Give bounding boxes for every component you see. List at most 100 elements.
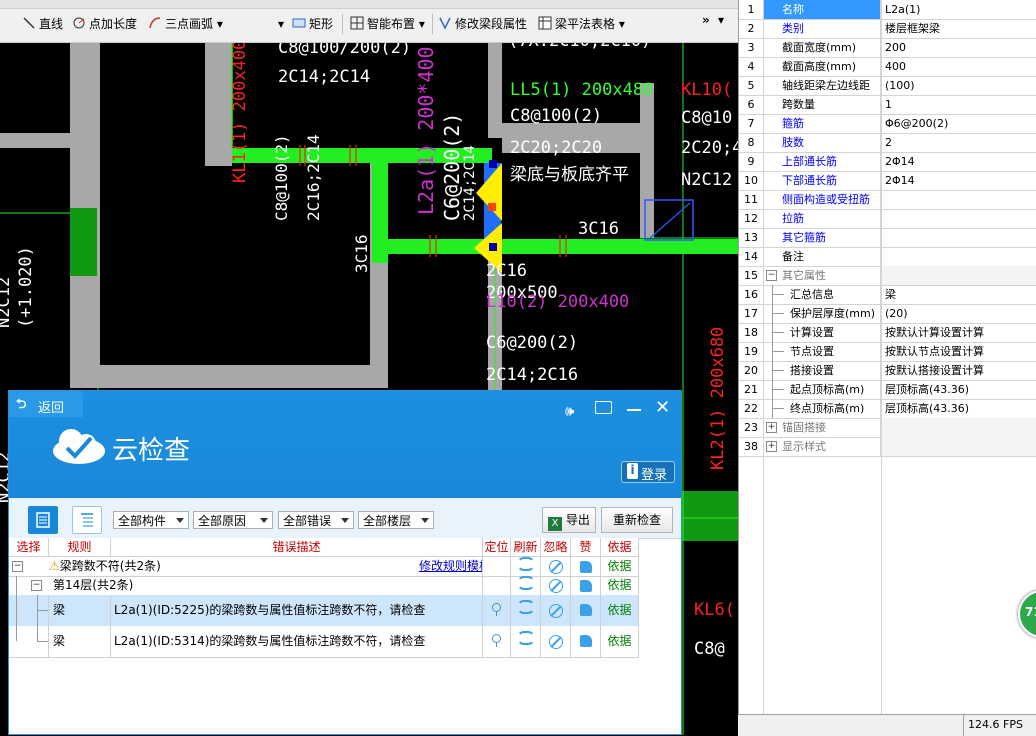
property-value[interactable] [882, 418, 1036, 437]
property-row[interactable]: 19 节点设置 按默认节点设置计算 [739, 342, 1036, 362]
edit-rule-template-link[interactable]: 修改规则模板 [419, 557, 482, 576]
minimize-icon[interactable] [627, 409, 641, 411]
locate-button[interactable] [483, 626, 511, 657]
recheck-button[interactable]: 重新检查 [601, 507, 673, 533]
expand-icon[interactable]: + [766, 422, 777, 433]
property-value[interactable]: 400 [882, 57, 1036, 76]
locate-button[interactable] [483, 595, 511, 626]
like-button[interactable] [571, 595, 601, 626]
expand-icon[interactable]: + [766, 441, 777, 452]
property-value[interactable]: (20) [882, 304, 1036, 323]
ignore-button[interactable] [541, 626, 571, 657]
component-filter-select[interactable]: 全部构件 [113, 511, 189, 529]
property-value[interactable]: 1 [882, 95, 1036, 114]
property-value[interactable] [882, 247, 1036, 266]
subgroup-collapse-toggle[interactable]: − [31, 576, 49, 595]
basis-link[interactable]: 依据 [601, 557, 639, 576]
property-row[interactable]: 15− 其它属性 [739, 266, 1036, 286]
issue-row[interactable]: 梁 L2a(1)(ID:5225)的梁跨数与属性值标注跨数不符，请检查 依据 [9, 595, 639, 627]
back-button[interactable]: ⮌ 返回 [9, 391, 83, 417]
property-row[interactable]: 7 箍筋 Φ6@200(2) [739, 114, 1036, 134]
refresh-button[interactable] [511, 595, 541, 626]
property-value[interactable]: 楼层框架梁 [882, 19, 1036, 38]
issue-row[interactable]: 梁 L2a(1)(ID:5314)的梁跨数与属性值标注跨数不符，请检查 依据 [9, 626, 639, 658]
line-tool-button[interactable]: 直线 [22, 14, 63, 34]
property-row[interactable]: 5 轴线距梁左边线距 (100) [739, 76, 1036, 96]
group-row[interactable]: − ⚠梁跨数不符(共2条) 修改规则模板 依据 [9, 557, 639, 577]
collapse-toggle[interactable]: − [9, 557, 49, 576]
property-row[interactable]: 13 其它箍筋 [739, 228, 1036, 248]
property-row[interactable]: 18 计算设置 按默认计算设置计算 [739, 323, 1036, 343]
property-value[interactable] [882, 266, 1036, 285]
point-length-button[interactable]: 点加长度 [72, 14, 137, 34]
refresh-button[interactable] [511, 557, 541, 576]
like-button[interactable] [571, 557, 601, 576]
property-value[interactable] [882, 228, 1036, 247]
basis-link[interactable]: 依据 [601, 576, 639, 595]
property-value[interactable]: 层顶标高(43.36) [882, 399, 1036, 418]
ignore-button[interactable] [541, 557, 571, 576]
close-icon[interactable]: ✕ [655, 399, 670, 417]
property-row[interactable]: 23 + 锚固搭接 [739, 418, 1036, 438]
property-row[interactable]: 8 肢数 2 [739, 133, 1036, 153]
property-row[interactable]: 1 名称 L2a(1) [739, 0, 1036, 20]
property-value[interactable]: 按默认节点设置计算 [882, 342, 1036, 361]
property-value[interactable] [882, 190, 1036, 209]
property-row[interactable]: 9 上部通长筋 2Φ14 [739, 152, 1036, 172]
property-row[interactable]: 4 截面高度(mm) 400 [739, 57, 1036, 77]
floor-filter-select[interactable]: 全部楼层 [358, 511, 434, 529]
rectangle-button[interactable]: 矩形 [292, 14, 333, 34]
property-row[interactable]: 22 终点顶标高(m) 层顶标高(43.36) [739, 399, 1036, 419]
modify-beam-segment-button[interactable]: 修改梁段属性 [438, 14, 527, 34]
property-value[interactable]: (100) [882, 76, 1036, 95]
property-row[interactable]: 14 备注 [739, 247, 1036, 267]
property-row[interactable]: 12 拉筋 [739, 209, 1036, 229]
property-value[interactable] [882, 209, 1036, 228]
property-value[interactable]: 梁 [882, 285, 1036, 304]
property-value[interactable]: 层顶标高(43.36) [882, 380, 1036, 399]
property-row[interactable]: 11 侧面构造或受扭筋 [739, 190, 1036, 210]
reason-filter-select[interactable]: 全部原因 [193, 511, 273, 529]
basis-link[interactable]: 依据 [601, 626, 639, 657]
refresh-button[interactable] [511, 626, 541, 657]
three-point-arc-button[interactable]: 三点画弧 ▾ [148, 14, 223, 34]
property-row[interactable]: 21 起点顶标高(m) 层顶标高(43.36) [739, 380, 1036, 400]
property-value[interactable]: 2Φ14 [882, 171, 1036, 190]
like-button[interactable] [571, 626, 601, 657]
ignore-button[interactable] [541, 576, 571, 595]
property-row[interactable]: 6 跨数量 1 [739, 95, 1036, 115]
property-value[interactable]: 200 [882, 38, 1036, 57]
beam-table-button[interactable]: 梁平法表格 ▾ [538, 14, 625, 34]
property-value[interactable] [882, 437, 1036, 456]
property-row[interactable]: 2 类别 楼层框架梁 [739, 19, 1036, 39]
property-row[interactable]: 16 汇总信息 梁 [739, 285, 1036, 305]
smart-layout-button[interactable]: 智能布置 ▾ [350, 14, 425, 34]
like-button[interactable] [571, 576, 601, 595]
property-value[interactable]: 按默认计算设置计算 [882, 323, 1036, 342]
arc-dropdown[interactable]: ▾ [278, 14, 284, 34]
message-icon[interactable] [595, 401, 612, 414]
export-button[interactable]: X 导出 [542, 507, 596, 533]
toolbar-overflow-arrow[interactable]: ▾ [718, 10, 724, 30]
list-view-tab[interactable] [28, 506, 58, 534]
login-button[interactable]: i 登录 [621, 461, 675, 483]
property-value[interactable]: Φ6@200(2) [882, 114, 1036, 133]
subgroup-row[interactable]: − 第14层(共2条) 依据 [9, 576, 639, 596]
property-value[interactable]: 2 [882, 133, 1036, 152]
property-value[interactable]: 按默认搭接设置计算 [882, 361, 1036, 380]
property-value[interactable]: 2Φ14 [882, 152, 1036, 171]
property-value[interactable]: L2a(1) [882, 0, 1036, 19]
error-filter-select[interactable]: 全部错误 [278, 511, 354, 529]
property-row[interactable]: 10 下部通长筋 2Φ14 [739, 171, 1036, 191]
volume-icon[interactable]: 🕪 [565, 402, 574, 420]
property-row[interactable]: 20 搭接设置 按默认搭接设置计算 [739, 361, 1036, 381]
refresh-button[interactable] [511, 576, 541, 595]
toolbar-overflow-button[interactable]: » [702, 10, 710, 30]
property-row[interactable]: 3 截面宽度(mm) 200 [739, 38, 1036, 58]
property-row[interactable]: 38 + 显示样式 [739, 437, 1036, 457]
collapse-icon[interactable]: − [766, 270, 777, 281]
ignore-button[interactable] [541, 595, 571, 626]
property-row[interactable]: 17 保护层厚度(mm) (20) [739, 304, 1036, 324]
detail-view-tab[interactable] [72, 506, 102, 534]
basis-link[interactable]: 依据 [601, 595, 639, 626]
